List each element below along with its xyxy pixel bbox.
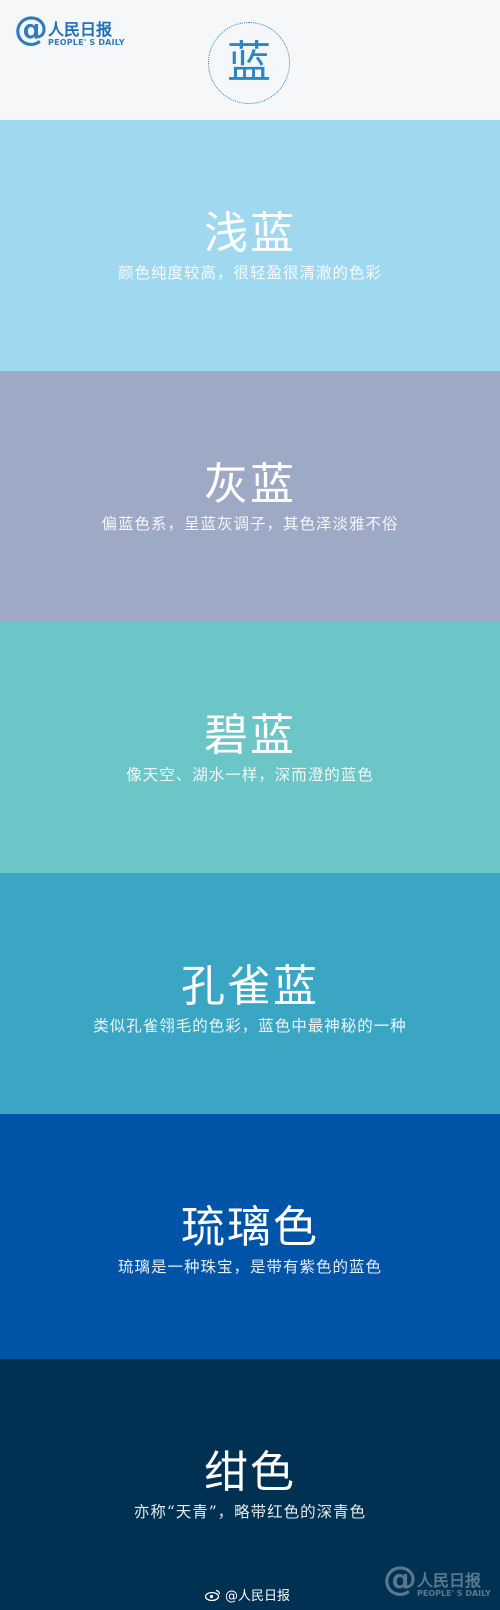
peoples-daily-logo: @ 人民日报 PEOPLE' S DAILY [14,9,125,52]
logo-at-symbol: @ [14,9,48,49]
watermark-logo: @ 人民日报 PEOPLE' S DAILY [383,1562,493,1602]
weibo-handle: @人民日报 [205,1585,290,1604]
color-description: 偏蓝色系，呈蓝灰调子，其色泽淡雅不俗 [101,514,399,533]
color-title: 浅蓝 [204,207,296,259]
color-description: 亦称“天青”，略带红色的深青色 [133,1502,367,1521]
weibo-icon [205,1589,221,1601]
color-description: 颜色纯度较高，很轻盈很清澈的色彩 [117,263,382,282]
page: @ 人民日报 PEOPLE' S DAILY 蓝 浅蓝 颜色纯度较高，很轻盈很清… [0,0,500,1610]
color-title: 灰蓝 [204,458,296,510]
color-block-lapis: 琉璃色 琉璃是一种珠宝，是带有紫色的蓝色 [0,1114,500,1365]
color-block-gray-blue: 灰蓝 偏蓝色系，呈蓝灰调子，其色泽淡雅不俗 [0,371,500,622]
color-block-peacock-blue: 孔雀蓝 类似孔雀翎毛的色彩，蓝色中最神秘的一种 [0,873,500,1124]
title-badge: 蓝 [208,22,290,104]
color-block-light-blue: 浅蓝 颜色纯度较高，很轻盈很清澈的色彩 [0,120,500,371]
weibo-handle-text: @人民日报 [225,1589,291,1604]
watermark-name: 人民日报 [417,1571,482,1590]
color-title: 孔雀蓝 [181,960,319,1012]
color-description: 像天空、湖水一样，深而澄的蓝色 [126,765,374,784]
color-title: 绀色 [204,1446,296,1498]
color-title: 碧蓝 [204,709,296,761]
color-description: 琉璃是一种珠宝，是带有紫色的蓝色 [117,1257,382,1276]
badge-character: 蓝 [227,37,271,88]
watermark-at-symbol: @ [383,1559,417,1599]
watermark-subtitle: PEOPLE' S DAILY [417,1589,491,1598]
logo-name: 人民日报 [48,20,113,39]
color-description: 类似孔雀翎毛的色彩，蓝色中最神秘的一种 [93,1016,407,1035]
logo-subtitle: PEOPLE' S DAILY [48,38,125,47]
color-title: 琉璃色 [181,1201,319,1253]
color-block-azure: 碧蓝 像天空、湖水一样，深而澄的蓝色 [0,622,500,873]
header: @ 人民日报 PEOPLE' S DAILY 蓝 [0,0,500,120]
